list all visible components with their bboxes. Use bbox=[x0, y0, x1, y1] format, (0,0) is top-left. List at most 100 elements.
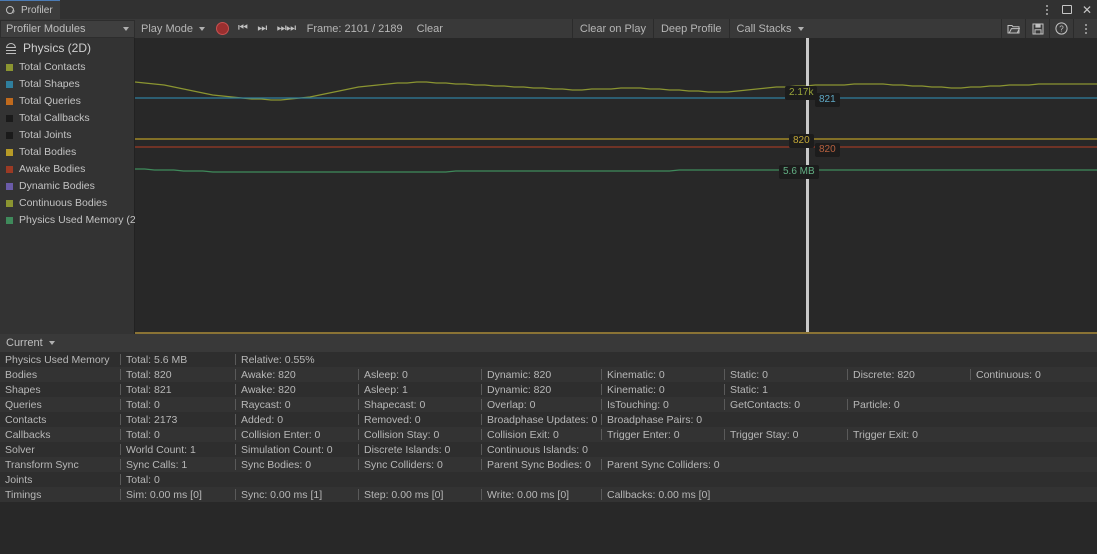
deep-profile-label: Deep Profile bbox=[661, 23, 722, 35]
table-cell: Total: 5.6 MB bbox=[120, 352, 235, 367]
chart-value-label: 821 bbox=[815, 93, 840, 107]
last-frame-icon: ⏭⏭ bbox=[277, 22, 296, 35]
legend-color-swatch bbox=[6, 200, 13, 207]
table-cell: Trigger Enter: 0 bbox=[601, 427, 724, 442]
first-frame-icon: ⏮ bbox=[238, 22, 247, 35]
legend-item-label: Physics Used Memory (2D) bbox=[19, 214, 147, 226]
legend-item[interactable]: Total Contacts bbox=[0, 61, 134, 73]
clear-button[interactable]: Clear bbox=[410, 20, 450, 38]
chart-line-total-contacts bbox=[135, 82, 1097, 100]
chart-series-svg bbox=[135, 38, 1097, 334]
table-cell: Discrete: 820 bbox=[847, 367, 970, 382]
module-title: Physics (2D) bbox=[0, 38, 134, 58]
table-row[interactable]: Transform SyncSync Calls: 1Sync Bodies: … bbox=[0, 457, 1097, 472]
legend-color-swatch bbox=[6, 98, 13, 105]
legend-item[interactable]: Total Queries bbox=[0, 95, 134, 107]
table-cell: Total: 0 bbox=[120, 427, 235, 442]
table-row[interactable]: Physics Used MemoryTotal: 5.6 MBRelative… bbox=[0, 352, 1097, 367]
module-title-label: Physics (2D) bbox=[23, 41, 91, 55]
help-icon[interactable]: ? bbox=[1053, 20, 1070, 37]
stopwatch-icon: ᵠ bbox=[6, 5, 17, 16]
table-cell: Total: 0 bbox=[120, 472, 235, 487]
chart-plot[interactable]: 2.17k8218208205.6 MB bbox=[135, 38, 1097, 334]
first-frame-button[interactable]: ⏮ bbox=[233, 20, 252, 38]
chevron-down-icon bbox=[199, 27, 205, 31]
table-cell: Collision Stay: 0 bbox=[358, 427, 481, 442]
table-row[interactable]: TimingsSim: 0.00 ms [0]Sync: 0.00 ms [1]… bbox=[0, 487, 1097, 502]
toolbar-divider bbox=[1001, 19, 1002, 38]
module-legend-panel: Physics (2D) Total Contacts Total Shapes T… bbox=[0, 38, 135, 334]
profiler-modules-label: Profiler Modules bbox=[6, 23, 85, 35]
table-cell: Continuous Islands: 0 bbox=[481, 442, 601, 457]
window-menu-icon[interactable] bbox=[1041, 4, 1053, 16]
deep-profile-button[interactable]: Deep Profile bbox=[654, 20, 729, 38]
legend-item-label: Total Joints bbox=[19, 129, 72, 141]
tab-profiler[interactable]: ᵠ Profiler bbox=[0, 0, 60, 19]
chevron-down-icon bbox=[49, 341, 55, 345]
table-cell: Kinematic: 0 bbox=[601, 367, 724, 382]
table-cell: Simulation Count: 0 bbox=[235, 442, 358, 457]
table-cell: GetContacts: 0 bbox=[724, 397, 847, 412]
table-cell: Broadphase Pairs: 0 bbox=[601, 412, 724, 427]
table-cell: Overlap: 0 bbox=[481, 397, 601, 412]
table-row-label: Timings bbox=[0, 487, 120, 502]
table-cell: Dynamic: 820 bbox=[481, 382, 601, 397]
table-row[interactable]: ContactsTotal: 2173Added: 0Removed: 0Bro… bbox=[0, 412, 1097, 427]
legend-item[interactable]: Total Callbacks bbox=[0, 112, 134, 124]
table-row[interactable]: BodiesTotal: 820Awake: 820Asleep: 0Dynam… bbox=[0, 367, 1097, 382]
table-cell: Trigger Exit: 0 bbox=[847, 427, 970, 442]
table-row-label: Queries bbox=[0, 397, 120, 412]
legend-color-swatch bbox=[6, 115, 13, 122]
frame-playhead[interactable] bbox=[806, 38, 809, 334]
current-frame-label: Current bbox=[6, 337, 43, 349]
maximize-icon[interactable] bbox=[1062, 5, 1072, 14]
legend-item[interactable]: Awake Bodies bbox=[0, 163, 134, 175]
clear-on-play-label: Clear on Play bbox=[580, 23, 646, 35]
clear-on-play-button[interactable]: Clear on Play bbox=[573, 20, 653, 38]
table-cell: World Count: 1 bbox=[120, 442, 235, 457]
table-cell: Shapecast: 0 bbox=[358, 397, 481, 412]
table-row[interactable]: JointsTotal: 0 bbox=[0, 472, 1097, 487]
tab-profiler-label: Profiler bbox=[21, 5, 53, 16]
legend-item[interactable]: Continuous Bodies bbox=[0, 197, 134, 209]
call-stacks-dropdown[interactable]: Call Stacks bbox=[730, 20, 811, 38]
table-row[interactable]: SolverWorld Count: 1Simulation Count: 0D… bbox=[0, 442, 1097, 457]
next-frame-button[interactable]: ⏭ bbox=[252, 20, 271, 38]
table-row-label: Bodies bbox=[0, 367, 120, 382]
load-profile-icon[interactable] bbox=[1005, 20, 1022, 37]
legend-item[interactable]: Total Shapes bbox=[0, 78, 134, 90]
profiler-modules-dropdown[interactable]: Profiler Modules bbox=[0, 20, 135, 38]
physics-2d-icon bbox=[6, 42, 17, 54]
legend-item[interactable]: Total Bodies bbox=[0, 146, 134, 158]
table-row-label: Solver bbox=[0, 442, 120, 457]
legend-item-label: Continuous Bodies bbox=[19, 197, 107, 209]
table-cell: Write: 0.00 ms [0] bbox=[481, 487, 601, 502]
legend-color-swatch bbox=[6, 166, 13, 173]
legend-item[interactable]: Dynamic Bodies bbox=[0, 180, 134, 192]
chart-value-label: 5.6 MB bbox=[779, 165, 819, 179]
current-frame-dropdown[interactable]: Current bbox=[0, 335, 61, 351]
window-footer bbox=[0, 502, 1097, 554]
table-cell: Discrete Islands: 0 bbox=[358, 442, 481, 457]
legend-item[interactable]: Total Joints bbox=[0, 129, 134, 141]
save-profile-icon[interactable] bbox=[1029, 20, 1046, 37]
table-row[interactable]: ShapesTotal: 821Awake: 820Asleep: 1Dynam… bbox=[0, 382, 1097, 397]
legend-color-swatch bbox=[6, 217, 13, 224]
close-icon[interactable]: ✕ bbox=[1081, 4, 1093, 16]
table-cell: Total: 2173 bbox=[120, 412, 235, 427]
table-cell: Continuous: 0 bbox=[970, 367, 1095, 382]
frame-indicator: Frame: 2101 / 2189 bbox=[301, 20, 410, 38]
play-mode-dropdown[interactable]: Play Mode bbox=[135, 20, 212, 38]
record-button[interactable] bbox=[212, 20, 233, 38]
more-options-icon[interactable] bbox=[1077, 20, 1094, 37]
legend-color-swatch bbox=[6, 81, 13, 88]
table-cell: Step: 0.00 ms [0] bbox=[358, 487, 481, 502]
table-row[interactable]: CallbacksTotal: 0Collision Enter: 0Colli… bbox=[0, 427, 1097, 442]
table-cell: Static: 1 bbox=[724, 382, 847, 397]
table-cell: Sim: 0.00 ms [0] bbox=[120, 487, 235, 502]
record-icon bbox=[216, 22, 229, 35]
legend-item[interactable]: Physics Used Memory (2D) bbox=[0, 214, 134, 226]
last-frame-button[interactable]: ⏭⏭ bbox=[272, 20, 301, 38]
toolbar-divider bbox=[1049, 19, 1050, 38]
table-row[interactable]: QueriesTotal: 0Raycast: 0Shapecast: 0Ove… bbox=[0, 397, 1097, 412]
